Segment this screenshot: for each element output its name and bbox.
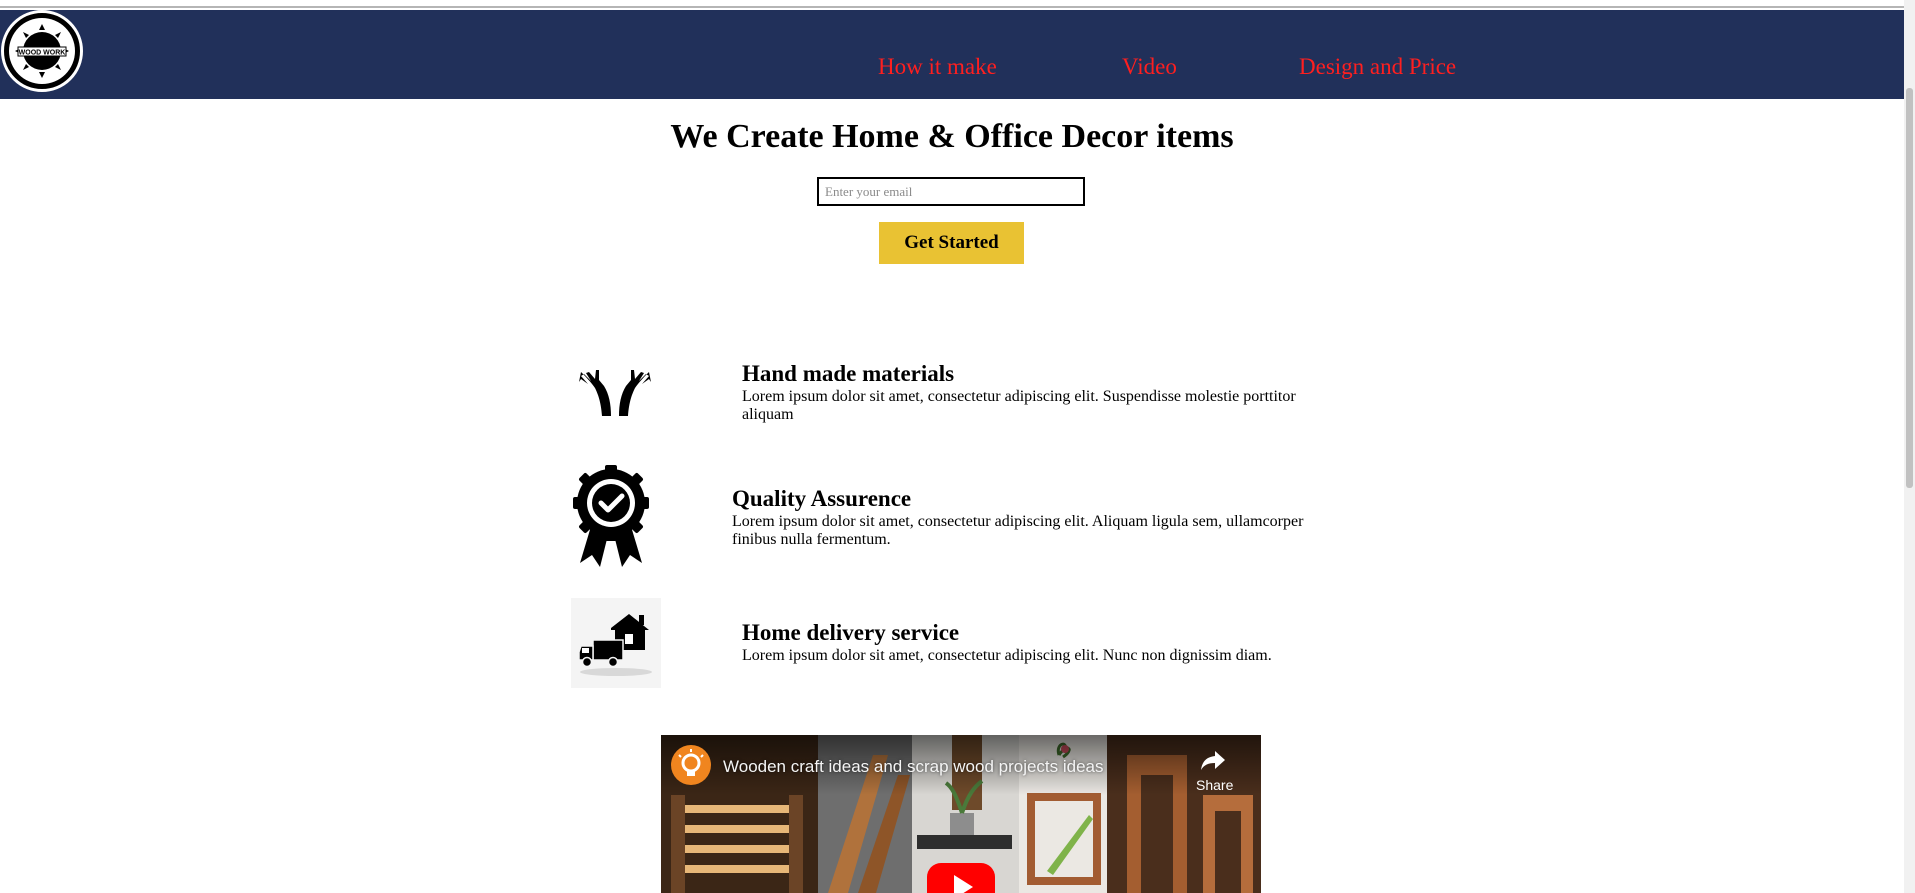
- nav-design-and-price[interactable]: Design and Price: [1299, 54, 1456, 80]
- feature-text-delivery: Lorem ipsum dolor sit amet, consectetur …: [742, 647, 1272, 664]
- feature-title-quality: Quality Assurence: [732, 486, 912, 511]
- hands-icon: [575, 362, 655, 420]
- play-icon: [954, 875, 973, 893]
- nav-video[interactable]: Video: [1122, 54, 1177, 80]
- quality-badge-icon: [570, 463, 652, 571]
- scrollbar-thumb[interactable]: [1906, 88, 1913, 488]
- channel-avatar-icon[interactable]: [671, 745, 711, 785]
- play-button[interactable]: [927, 863, 995, 893]
- get-started-button[interactable]: Get Started: [879, 222, 1024, 264]
- delivery-truck-house-icon: [571, 598, 661, 688]
- page-title: We Create Home & Office Decor items: [670, 118, 1234, 155]
- browser-top-edge: [0, 0, 1915, 8]
- feature-text-handmade: Lorem ipsum dolor sit amet, consectetur …: [742, 388, 1296, 423]
- video-title[interactable]: Wooden craft ideas and scrap wood projec…: [723, 757, 1104, 777]
- feature-title-handmade: Hand made materials: [742, 361, 955, 386]
- feature-title-delivery: Home delivery service: [742, 620, 960, 645]
- share-icon[interactable]: [1199, 747, 1227, 773]
- video-embed[interactable]: Wooden craft ideas and scrap wood projec…: [661, 735, 1261, 893]
- share-label[interactable]: Share: [1196, 777, 1233, 793]
- feature-text-quality: Lorem ipsum dolor sit amet, consectetur …: [732, 513, 1304, 548]
- svg-text:WOOD WORK: WOOD WORK: [19, 50, 66, 57]
- email-input[interactable]: [817, 177, 1085, 206]
- wood-work-logo[interactable]: WOOD WORK: [1, 10, 83, 92]
- saw-blade-logo-icon: WOOD WORK: [9, 18, 75, 84]
- nav-how-it-make[interactable]: How it make: [878, 54, 997, 80]
